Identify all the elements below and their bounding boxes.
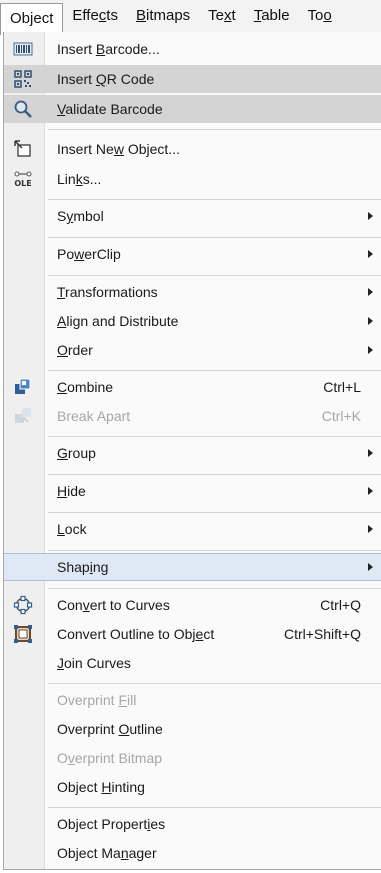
menu-separator	[48, 683, 381, 684]
submenu-arrow-icon	[368, 317, 373, 325]
menu-item-label: Object Hinting	[57, 779, 145, 795]
menubar-item-effects[interactable]: Effects	[63, 3, 127, 29]
menu-item-object-hinting[interactable]: Object Hinting	[4, 773, 381, 801]
menu-item-links[interactable]: OLE Links...	[4, 165, 381, 193]
menu-separator	[48, 436, 381, 437]
menu-item-label: Insert QR Code	[57, 71, 155, 87]
magnifier-icon	[10, 98, 36, 120]
barcode-icon	[10, 38, 36, 60]
menu-item-label: Align and Distribute	[57, 313, 179, 329]
menu-item-overprint-outline[interactable]: Overprint Outline	[4, 715, 381, 743]
menu-item-shortcut: Ctrl+Shift+Q	[283, 626, 361, 642]
menubar-item-object[interactable]: Object	[0, 3, 64, 35]
menu-item-label: Symbol	[57, 208, 104, 224]
submenu-arrow-icon	[368, 288, 373, 296]
menu-bar: Object Effects Bitmaps Text Table Too	[0, 0, 381, 35]
menubar-item-label: Bitmaps	[135, 7, 191, 24]
menu-item-shaping[interactable]: Shaping	[4, 553, 381, 581]
menu-item-label: Insert Barcode...	[57, 41, 160, 57]
menubar-item-tools[interactable]: Too	[299, 3, 341, 29]
menu-item-label: Break Apart	[57, 408, 131, 424]
menu-item-transformations[interactable]: Transformations	[4, 278, 381, 306]
menubar-item-label: Text	[208, 7, 236, 24]
menu-separator	[48, 474, 381, 475]
menu-item-shortcut: Ctrl+K	[321, 408, 361, 424]
submenu-arrow-icon	[368, 487, 373, 495]
ole-icon: OLE	[10, 168, 36, 190]
break-apart-icon	[10, 405, 36, 427]
menu-item-group[interactable]: Group	[4, 439, 381, 467]
submenu-arrow-icon	[368, 563, 373, 571]
menu-separator	[48, 588, 381, 589]
menu-separator	[48, 550, 381, 551]
menubar-item-table[interactable]: Table	[245, 3, 299, 29]
menu-item-label: Convert to Curves	[57, 597, 170, 613]
menu-item-label: Group	[57, 445, 96, 461]
menu-item-shortcut: Ctrl+Q	[320, 597, 361, 613]
menubar-item-text[interactable]: Text	[199, 3, 245, 29]
menu-item-align-and-distribute[interactable]: Align and Distribute	[4, 307, 381, 335]
menubar-item-label: Table	[253, 7, 290, 24]
outline-object-icon	[10, 623, 36, 645]
menu-item-convert-to-curves[interactable]: Convert to Curves Ctrl+Q	[4, 591, 381, 619]
menu-item-label: Object Properties	[57, 816, 166, 832]
menubar-item-label: Too	[307, 7, 332, 24]
menu-item-insert-qr-code[interactable]: Insert QR Code	[4, 65, 381, 93]
menu-separator	[48, 370, 381, 371]
menu-separator	[48, 237, 381, 238]
menu-separator	[48, 275, 381, 276]
svg-text:OLE: OLE	[14, 179, 31, 188]
menu-item-validate-barcode[interactable]: Validate Barcode	[4, 95, 381, 123]
menu-item-label: PowerClip	[57, 246, 121, 262]
menu-item-label: Overprint Fill	[57, 692, 137, 708]
menu-item-object-manager[interactable]: Object Manager	[4, 839, 381, 867]
menu-item-label: Object Manager	[57, 845, 157, 861]
menu-separator	[48, 807, 381, 808]
submenu-arrow-icon	[368, 250, 373, 258]
menu-item-break-apart: Break Apart Ctrl+K	[4, 402, 381, 430]
menu-item-join-curves[interactable]: Join Curves	[4, 649, 381, 677]
menu-item-label: Lock	[57, 521, 87, 537]
submenu-arrow-icon	[368, 449, 373, 457]
menubar-item-label: Effects	[72, 7, 118, 24]
menubar-item-bitmaps[interactable]: Bitmaps	[127, 3, 199, 29]
menu-separator	[48, 129, 381, 130]
insert-object-icon	[10, 138, 36, 160]
menu-item-label: Overprint Outline	[57, 721, 163, 737]
object-menu: Insert Barcode... Insert QR Code Validat…	[3, 32, 381, 870]
menu-item-label: Transformations	[57, 284, 158, 300]
menu-separator	[48, 512, 381, 513]
menu-item-label: Combine	[57, 379, 114, 395]
menu-item-shortcut: Ctrl+L	[323, 379, 361, 395]
menu-separator	[48, 199, 381, 200]
menu-item-hide[interactable]: Hide	[4, 477, 381, 505]
menu-item-label: Shaping	[57, 559, 109, 575]
menu-item-overprint-bitmap: Overprint Bitmap	[4, 744, 381, 772]
menu-item-powerclip[interactable]: PowerClip	[4, 240, 381, 268]
menu-item-label: Insert New Object...	[57, 141, 180, 157]
submenu-arrow-icon	[368, 525, 373, 533]
menu-item-label: Hide	[57, 483, 86, 499]
menu-item-overprint-fill: Overprint Fill	[4, 686, 381, 714]
menu-item-convert-outline-to-object[interactable]: Convert Outline to Object Ctrl+Shift+Q	[4, 620, 381, 648]
convert-curves-icon	[10, 594, 36, 616]
menu-item-label: Convert Outline to Object	[57, 626, 215, 642]
menu-item-insert-new-object[interactable]: Insert New Object...	[4, 135, 381, 163]
menu-item-lock[interactable]: Lock	[4, 515, 381, 543]
menu-item-label: Join Curves	[57, 655, 131, 671]
menu-item-object-properties[interactable]: Object Properties	[4, 810, 381, 838]
combine-icon	[10, 376, 36, 398]
menu-item-label: Links...	[57, 171, 102, 187]
menu-item-label: Order	[57, 342, 93, 358]
menu-item-order[interactable]: Order	[4, 336, 381, 364]
menu-item-combine[interactable]: Combine Ctrl+L	[4, 373, 381, 401]
menu-item-symbol[interactable]: Symbol	[4, 202, 381, 230]
menu-item-label: Validate Barcode	[57, 101, 163, 117]
qr-code-icon	[10, 68, 36, 90]
menu-item-insert-barcode[interactable]: Insert Barcode...	[4, 35, 381, 63]
menu-item-label: Overprint Bitmap	[57, 750, 163, 766]
submenu-arrow-icon	[368, 212, 373, 220]
submenu-arrow-icon	[368, 346, 373, 354]
menubar-item-label: Object	[10, 10, 54, 27]
